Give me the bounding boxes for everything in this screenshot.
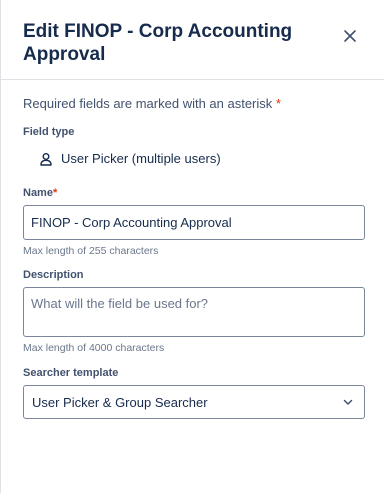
field-type-text: User Picker (multiple users) <box>61 151 221 166</box>
edit-field-panel: Edit FINOP - Corp Accounting Approval Re… <box>0 0 384 493</box>
searcher-template-value: User Picker & Group Searcher <box>32 394 208 410</box>
user-icon <box>40 152 52 166</box>
required-fields-note: Required fields are marked with an aster… <box>23 96 281 111</box>
field-type-value: User Picker (multiple users) <box>39 151 221 166</box>
required-asterisk: * <box>275 96 281 111</box>
description-field[interactable] <box>23 287 365 337</box>
close-icon <box>344 30 356 42</box>
searcher-template-select[interactable]: User Picker & Group Searcher <box>23 385 365 419</box>
chevron-down-icon <box>343 399 353 405</box>
searcher-template-label: Searcher template <box>23 367 119 379</box>
name-hint: Max length of 255 characters <box>23 245 159 257</box>
page-title: Edit FINOP - Corp Accounting Approval <box>23 21 293 65</box>
name-required-asterisk: * <box>52 187 58 199</box>
required-note-text: Required fields are marked with an aster… <box>23 96 273 111</box>
field-type-label: Field type <box>23 126 75 138</box>
name-field[interactable] <box>23 205 365 240</box>
name-label-text: Name <box>23 187 53 199</box>
description-hint: Max length of 4000 characters <box>23 342 165 354</box>
panel-header: Edit FINOP - Corp Accounting Approval <box>1 0 384 80</box>
description-label: Description <box>23 269 84 281</box>
name-label: Name* <box>23 187 57 199</box>
close-button[interactable] <box>339 25 361 47</box>
